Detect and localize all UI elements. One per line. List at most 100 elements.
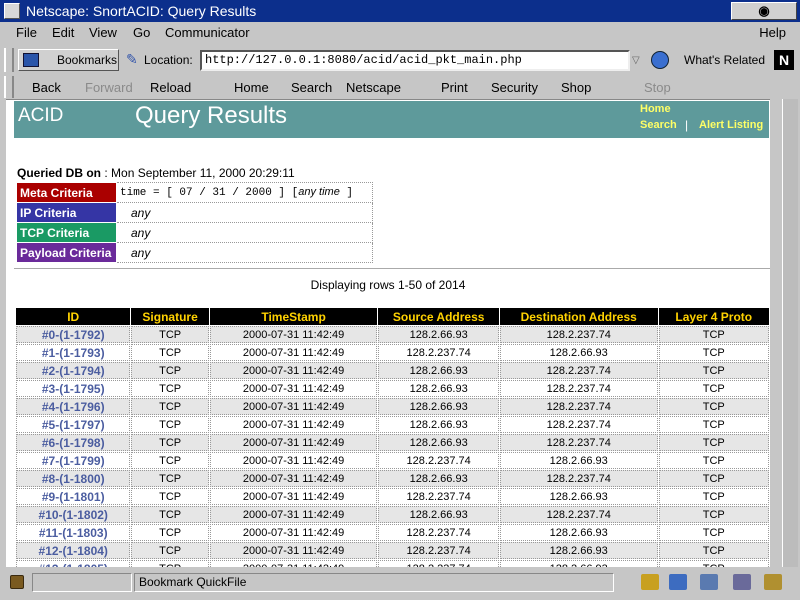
url-dropdown-icon[interactable]: ▽: [632, 50, 646, 71]
window-menu-icon[interactable]: [4, 3, 20, 19]
discussions-icon[interactable]: [700, 574, 718, 590]
cell-proto: TCP: [658, 452, 769, 469]
lock-icon[interactable]: [10, 575, 24, 589]
cell-destination[interactable]: 128.2.66.93: [499, 452, 658, 469]
tcp-criteria-label[interactable]: TCP Criteria: [16, 222, 117, 243]
cell-source[interactable]: 128.2.66.93: [378, 416, 499, 433]
cell-id[interactable]: #11-(1-1803): [16, 524, 131, 541]
cell-destination[interactable]: 128.2.66.93: [499, 344, 658, 361]
tcp-criteria-value: any: [116, 222, 373, 243]
payload-criteria-label[interactable]: Payload Criteria: [16, 242, 117, 263]
mail-icon[interactable]: [669, 574, 687, 590]
cell-proto: TCP: [658, 380, 769, 397]
cell-source[interactable]: 128.2.66.93: [378, 470, 499, 487]
cell-destination[interactable]: 128.2.237.74: [499, 380, 658, 397]
cell-id[interactable]: #8-(1-1800): [16, 470, 131, 487]
toolbar-grip[interactable]: [4, 76, 14, 98]
netscape-button[interactable]: Netscape: [346, 80, 401, 95]
cell-source[interactable]: 128.2.66.93: [378, 434, 499, 451]
cell-id[interactable]: #9-(1-1801): [16, 488, 131, 505]
table-row: #7-(1-1799) TCP 2000-07-31 11:42:49 128.2.2…: [16, 452, 769, 469]
meta-criteria-label[interactable]: Meta Criteria: [16, 182, 117, 203]
cell-source[interactable]: 128.2.237.74: [378, 452, 499, 469]
menu-go[interactable]: Go: [133, 25, 150, 40]
whats-related-button[interactable]: What's Related: [684, 53, 765, 67]
cell-destination[interactable]: 128.2.237.74: [499, 362, 658, 379]
cell-destination[interactable]: 128.2.237.74: [499, 326, 658, 343]
header-destination-address[interactable]: Destination Address: [499, 308, 658, 325]
header-timestamp[interactable]: TimeStamp: [209, 308, 378, 325]
bookmarks-label: Bookmarks: [57, 53, 118, 67]
address-book-icon[interactable]: [733, 574, 751, 590]
cell-source[interactable]: 128.2.237.74: [378, 542, 499, 559]
cell-id[interactable]: #2-(1-1794): [16, 362, 131, 379]
ip-criteria-value: any: [116, 202, 373, 223]
print-button[interactable]: Print: [441, 80, 468, 95]
cell-signature: TCP: [131, 560, 209, 567]
menu-file[interactable]: File: [16, 25, 37, 40]
cell-destination[interactable]: 128.2.237.74: [499, 416, 658, 433]
menu-view[interactable]: View: [89, 25, 117, 40]
menu-help[interactable]: Help: [759, 25, 786, 40]
cell-source[interactable]: 128.2.66.93: [378, 326, 499, 343]
bookmarks-button[interactable]: Bookmarks: [18, 49, 119, 71]
cell-id[interactable]: #4-(1-1796): [16, 398, 131, 415]
header-layer4-proto[interactable]: Layer 4 Proto: [658, 308, 769, 325]
cell-destination[interactable]: 128.2.237.74: [499, 506, 658, 523]
forward-button[interactable]: Forward: [85, 80, 133, 95]
header-source-address[interactable]: Source Address: [378, 308, 499, 325]
cell-id[interactable]: #6-(1-1798): [16, 434, 131, 451]
composer-icon[interactable]: [764, 574, 782, 590]
location-icon[interactable]: ✎: [126, 52, 138, 66]
cell-source[interactable]: 128.2.66.93: [378, 362, 499, 379]
cell-source[interactable]: 128.2.66.93: [378, 506, 499, 523]
table-row: #1-(1-1793) TCP 2000-07-31 11:42:49 128.2.2…: [16, 344, 769, 361]
scrollbar-thumb[interactable]: [782, 99, 798, 567]
cell-id[interactable]: #13-(1-1805): [16, 560, 131, 567]
cell-id[interactable]: #1-(1-1793): [16, 344, 131, 361]
cell-destination[interactable]: 128.2.237.74: [499, 470, 658, 487]
cell-id[interactable]: #10-(1-1802): [16, 506, 131, 523]
cell-source[interactable]: 128.2.237.74: [378, 524, 499, 541]
globe-icon[interactable]: [651, 51, 669, 69]
cell-id[interactable]: #0-(1-1792): [16, 326, 131, 343]
cell-destination[interactable]: 128.2.237.74: [499, 398, 658, 415]
shop-button[interactable]: Shop: [561, 80, 591, 95]
ip-criteria-label[interactable]: IP Criteria: [16, 202, 117, 223]
cell-id[interactable]: #12-(1-1804): [16, 542, 131, 559]
security-button[interactable]: Security: [491, 80, 538, 95]
cell-proto: TCP: [658, 488, 769, 505]
cell-timestamp: 2000-07-31 11:42:49: [209, 398, 378, 415]
stop-button[interactable]: Stop: [644, 80, 671, 95]
cell-id[interactable]: #7-(1-1799): [16, 452, 131, 469]
url-field[interactable]: http://127.0.0.1:8080/acid/acid_pkt_main…: [200, 50, 630, 71]
alert-listing-link[interactable]: Alert Listing: [699, 119, 763, 131]
cell-source[interactable]: 128.2.237.74: [378, 344, 499, 361]
menu-communicator[interactable]: Communicator: [165, 25, 250, 40]
search-link[interactable]: Search: [640, 119, 677, 131]
cell-source[interactable]: 128.2.237.74: [378, 488, 499, 505]
cell-destination[interactable]: 128.2.66.93: [499, 560, 658, 567]
cell-destination[interactable]: 128.2.66.93: [499, 488, 658, 505]
cell-source[interactable]: 128.2.237.74: [378, 560, 499, 567]
window-button[interactable]: ◉: [731, 2, 797, 20]
cell-destination[interactable]: 128.2.66.93: [499, 542, 658, 559]
navigator-icon[interactable]: [641, 574, 659, 590]
toolbar-grip[interactable]: [4, 48, 14, 72]
cell-signature: TCP: [131, 524, 209, 541]
search-button[interactable]: Search: [291, 80, 332, 95]
cell-destination[interactable]: 128.2.237.74: [499, 434, 658, 451]
cell-id[interactable]: #5-(1-1797): [16, 416, 131, 433]
cell-destination[interactable]: 128.2.66.93: [499, 524, 658, 541]
menu-edit[interactable]: Edit: [52, 25, 74, 40]
header-id[interactable]: ID: [16, 308, 131, 325]
home-link[interactable]: Home: [640, 103, 671, 115]
back-button[interactable]: Back: [32, 80, 61, 95]
cell-source[interactable]: 128.2.66.93: [378, 398, 499, 415]
cell-id[interactable]: #3-(1-1795): [16, 380, 131, 397]
vertical-scrollbar[interactable]: [770, 99, 798, 567]
home-button[interactable]: Home: [234, 80, 269, 95]
cell-source[interactable]: 128.2.66.93: [378, 380, 499, 397]
header-signature[interactable]: Signature: [131, 308, 209, 325]
reload-button[interactable]: Reload: [150, 80, 191, 95]
